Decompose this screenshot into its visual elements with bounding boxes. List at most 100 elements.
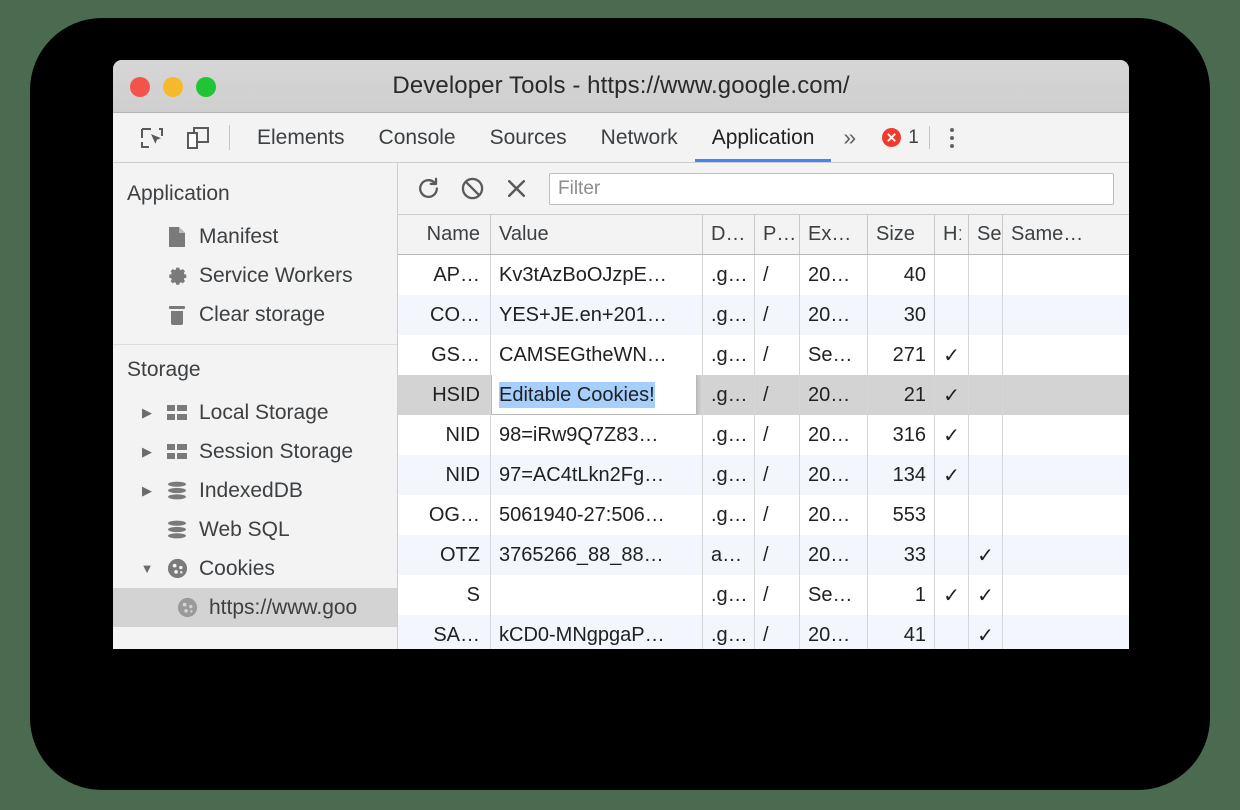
cell-domain[interactable]: a…: [703, 535, 755, 575]
cell-path[interactable]: /: [755, 615, 800, 649]
cell-path[interactable]: /: [755, 455, 800, 495]
cell-secure[interactable]: ✓: [969, 615, 1003, 649]
table-row[interactable]: CO…YES+JE.en+201….g…/20…30: [398, 295, 1129, 335]
cell-domain[interactable]: .g…: [703, 295, 755, 335]
cell-value[interactable]: Kv3tAzBoOJzpE…: [491, 255, 703, 295]
cell-name[interactable]: CO…: [398, 295, 491, 335]
cell-expires[interactable]: 20…: [800, 295, 868, 335]
cell-path[interactable]: /: [755, 295, 800, 335]
cell-samesite[interactable]: [1003, 495, 1125, 535]
maximize-window-button[interactable]: [196, 77, 216, 97]
sidebar-item-service-workers[interactable]: Service Workers: [113, 256, 397, 295]
sidebar-item-cookie-origin[interactable]: https://www.goo: [113, 588, 397, 627]
cell-secure[interactable]: ✓: [969, 535, 1003, 575]
cell-expires[interactable]: 20…: [800, 375, 868, 415]
cell-size[interactable]: 40: [868, 255, 935, 295]
cell-size[interactable]: 271: [868, 335, 935, 375]
cell-samesite[interactable]: [1003, 535, 1125, 575]
cell-path[interactable]: /: [755, 335, 800, 375]
column-header-path[interactable]: P…: [755, 215, 800, 254]
cell-expires[interactable]: 20…: [800, 255, 868, 295]
cell-path[interactable]: /: [755, 495, 800, 535]
sidebar-item-indexeddb[interactable]: ▶ IndexedDB: [113, 471, 397, 510]
cell-size[interactable]: 30: [868, 295, 935, 335]
chevron-right-icon[interactable]: ▶: [139, 405, 155, 421]
chevron-down-icon[interactable]: ▼: [139, 561, 155, 576]
column-header-size[interactable]: Size: [868, 215, 935, 254]
tab-application[interactable]: Application: [695, 113, 832, 162]
filter-input[interactable]: [549, 173, 1114, 205]
column-header-httponly[interactable]: Hː: [935, 215, 969, 254]
cell-domain[interactable]: .g…: [703, 455, 755, 495]
cell-domain[interactable]: .g…: [703, 615, 755, 649]
cell-httponly[interactable]: ✓: [935, 575, 969, 615]
cell-path[interactable]: /: [755, 375, 800, 415]
column-header-secure[interactable]: Sе: [969, 215, 1003, 254]
cell-httponly[interactable]: [935, 615, 969, 649]
clear-all-icon[interactable]: [450, 167, 494, 211]
cell-samesite[interactable]: [1003, 575, 1125, 615]
cell-domain[interactable]: .g…: [703, 335, 755, 375]
kebab-menu-icon[interactable]: [930, 113, 974, 162]
inspect-element-icon[interactable]: [129, 113, 175, 162]
table-row[interactable]: AP…Kv3tAzBoOJzpE….g…/20…40: [398, 255, 1129, 295]
cell-value[interactable]: Editable Cookies!: [491, 375, 703, 415]
cell-expires[interactable]: 20…: [800, 455, 868, 495]
cell-name[interactable]: OTZ: [398, 535, 491, 575]
cell-samesite[interactable]: [1003, 455, 1125, 495]
cell-expires[interactable]: 20…: [800, 615, 868, 649]
cell-samesite[interactable]: [1003, 255, 1125, 295]
cell-name[interactable]: NID: [398, 415, 491, 455]
sidebar-item-local-storage[interactable]: ▶ Local Storage: [113, 393, 397, 432]
cell-domain[interactable]: .g…: [703, 375, 755, 415]
cell-domain[interactable]: .g…: [703, 495, 755, 535]
error-count-badge[interactable]: 1: [868, 113, 929, 162]
cell-httponly[interactable]: [935, 495, 969, 535]
sidebar-item-cookies[interactable]: ▼ Cookies: [113, 549, 397, 588]
cell-size[interactable]: 553: [868, 495, 935, 535]
cell-samesite[interactable]: [1003, 375, 1125, 415]
minimize-window-button[interactable]: [163, 77, 183, 97]
tab-sources[interactable]: Sources: [473, 113, 584, 162]
cell-httponly[interactable]: ✓: [935, 335, 969, 375]
column-header-name[interactable]: Name: [398, 215, 491, 254]
cell-secure[interactable]: [969, 255, 1003, 295]
cell-samesite[interactable]: [1003, 615, 1125, 649]
table-row[interactable]: OG…5061940-27:506….g…/20…553: [398, 495, 1129, 535]
cell-size[interactable]: 33: [868, 535, 935, 575]
cell-name[interactable]: GS…: [398, 335, 491, 375]
cell-value[interactable]: YES+JE.en+201…: [491, 295, 703, 335]
cell-httponly[interactable]: ✓: [935, 375, 969, 415]
cell-httponly[interactable]: [935, 535, 969, 575]
cell-name[interactable]: HSID: [398, 375, 491, 415]
cell-value[interactable]: 97=AC4tLkn2Fg…: [491, 455, 703, 495]
sidebar-item-web-sql[interactable]: Web SQL: [113, 510, 397, 549]
cell-expires[interactable]: 20…: [800, 495, 868, 535]
cell-path[interactable]: /: [755, 575, 800, 615]
cell-path[interactable]: /: [755, 535, 800, 575]
cell-name[interactable]: OG…: [398, 495, 491, 535]
cell-expires[interactable]: Se…: [800, 575, 868, 615]
cell-domain[interactable]: .g…: [703, 575, 755, 615]
cell-path[interactable]: /: [755, 415, 800, 455]
table-row[interactable]: OTZ3765266_88_88…a…/20…33✓: [398, 535, 1129, 575]
cell-path[interactable]: /: [755, 255, 800, 295]
column-header-samesite[interactable]: Same…: [1003, 215, 1125, 254]
cell-secure[interactable]: ✓: [969, 575, 1003, 615]
column-header-domain[interactable]: D…: [703, 215, 755, 254]
cell-secure[interactable]: [969, 375, 1003, 415]
refresh-icon[interactable]: [406, 167, 450, 211]
cell-value[interactable]: 3765266_88_88…: [491, 535, 703, 575]
cell-value[interactable]: 98=iRw9Q7Z83…: [491, 415, 703, 455]
cell-httponly[interactable]: ✓: [935, 415, 969, 455]
cell-secure[interactable]: [969, 295, 1003, 335]
sidebar-item-manifest[interactable]: Manifest: [113, 217, 397, 256]
cell-size[interactable]: 41: [868, 615, 935, 649]
cell-size[interactable]: 134: [868, 455, 935, 495]
cell-value[interactable]: [491, 575, 703, 615]
cell-name[interactable]: S: [398, 575, 491, 615]
column-header-expires[interactable]: Ex…: [800, 215, 868, 254]
sidebar-item-clear-storage[interactable]: Clear storage: [113, 295, 397, 334]
cell-secure[interactable]: [969, 415, 1003, 455]
more-tabs-icon[interactable]: »: [831, 113, 868, 162]
